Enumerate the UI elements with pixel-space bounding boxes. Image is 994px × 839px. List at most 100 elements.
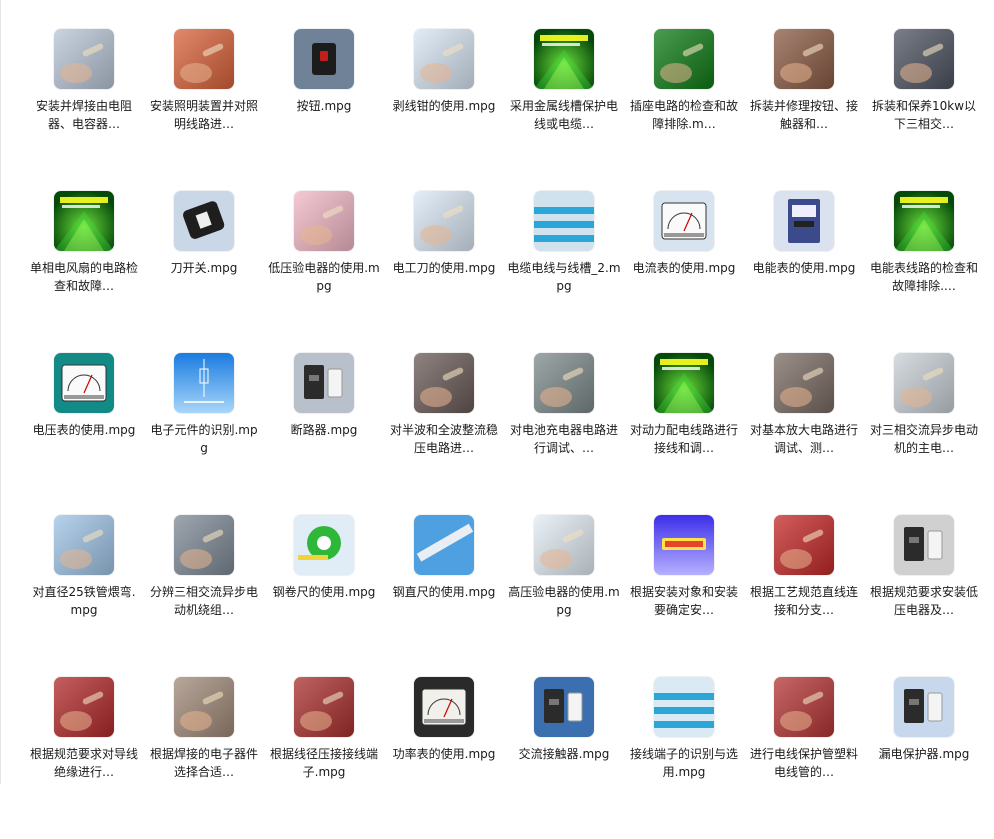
file-item[interactable]: 拆装和保养10kw以下三相交… <box>864 29 984 191</box>
file-name-label: 功率表的使用.mpg <box>392 747 496 761</box>
file-item[interactable]: 电能表线路的检查和故障排除.… <box>864 191 984 353</box>
green-title-slide-icon <box>654 353 714 413</box>
file-item[interactable]: 根据安装对象和安装要确定安… <box>624 515 744 677</box>
file-item[interactable]: 断路器.mpg <box>264 353 384 515</box>
rectifier-board-video-icon <box>414 353 474 413</box>
file-name-label: 对直径25铁管煨弯.mpg <box>32 585 136 617</box>
file-item[interactable]: 电缆电线与线槽_2.mpg <box>504 191 624 353</box>
file-item[interactable]: 高压验电器的使用.mpg <box>504 515 624 677</box>
file-name-label: 进行电线保护管塑料电线管的… <box>749 747 858 779</box>
file-name-label: 安装照明装置并对照明线路进… <box>149 99 258 131</box>
file-name-label: 剥线钳的使用.mpg <box>392 99 496 113</box>
file-name-label: 根据规范要求对导线绝缘进行… <box>29 747 138 779</box>
button-repair-video-icon <box>774 29 834 89</box>
green-title-slide-icon <box>534 29 594 89</box>
wattmeter-video-icon <box>414 677 474 737</box>
file-item[interactable]: 根据规范要求对导线绝缘进行… <box>24 677 144 839</box>
file-name-label: 钢直尺的使用.mpg <box>392 585 496 599</box>
crimp-terminal-video-icon <box>294 677 354 737</box>
knife-switch-video-icon <box>174 191 234 251</box>
file-name-label: 拆装并修理按钮、接触器和… <box>749 99 858 131</box>
green-title-slide-icon <box>894 191 954 251</box>
lighting-installation-video-icon <box>174 29 234 89</box>
file-item[interactable]: 对动力配电线路进行接线和调… <box>624 353 744 515</box>
file-item[interactable]: 安装并焊接由电阻器、电容器… <box>24 29 144 191</box>
file-name-label: 接线端子的识别与选用.mpg <box>629 747 738 779</box>
file-name-label: 根据安装对象和安装要确定安… <box>629 585 738 617</box>
file-name-label: 刀开关.mpg <box>170 261 238 275</box>
cable-trunking-video-icon <box>534 191 594 251</box>
file-item[interactable]: 对基本放大电路进行调试、测… <box>744 353 864 515</box>
file-item[interactable]: 低压验电器的使用.mpg <box>264 191 384 353</box>
file-item[interactable]: 对半波和全波整流稳压电路进… <box>384 353 504 515</box>
low-voltage-devices-video-icon <box>894 515 954 575</box>
pipe-bending-video-icon <box>54 515 114 575</box>
file-item[interactable]: 漏电保护器.mpg <box>864 677 984 839</box>
file-item[interactable]: 插座电路的检查和故障排除.m… <box>624 29 744 191</box>
motor-winding-video-icon <box>174 515 234 575</box>
terminal-strip-video-icon <box>654 677 714 737</box>
amplifier-test-video-icon <box>774 353 834 413</box>
file-item[interactable]: 对电池充电器电路进行调试、… <box>504 353 624 515</box>
file-item[interactable]: 电工刀的使用.mpg <box>384 191 504 353</box>
file-item[interactable]: 根据规范要求安装低压电器及… <box>864 515 984 677</box>
file-item[interactable]: 拆装并修理按钮、接触器和… <box>744 29 864 191</box>
file-name-label: 对半波和全波整流稳压电路进… <box>389 423 498 455</box>
file-name-label: 根据线径压接接线端子.mpg <box>269 747 378 779</box>
file-item[interactable]: 根据工艺规范直线连接和分支… <box>744 515 864 677</box>
voltmeter-video-icon <box>54 353 114 413</box>
file-item[interactable]: 单相电风扇的电路检查和故障… <box>24 191 144 353</box>
file-name-label: 电压表的使用.mpg <box>32 423 136 437</box>
file-item[interactable]: 采用金属线槽保护电线或电缆… <box>504 29 624 191</box>
charger-circuit-video-icon <box>534 353 594 413</box>
file-item[interactable]: 电子元件的识别.mpg <box>144 353 264 515</box>
ac-contactor-video-icon <box>534 677 594 737</box>
ammeter-video-icon <box>654 191 714 251</box>
file-item[interactable]: 对直径25铁管煨弯.mpg <box>24 515 144 677</box>
file-item[interactable]: 钢卷尺的使用.mpg <box>264 515 384 677</box>
file-item[interactable]: 安装照明装置并对照明线路进… <box>144 29 264 191</box>
solder-board-video-icon <box>174 677 234 737</box>
file-name-label: 电能表的使用.mpg <box>752 261 856 275</box>
file-item[interactable]: 刀开关.mpg <box>144 191 264 353</box>
motor-maintenance-video-icon <box>894 29 954 89</box>
file-item[interactable]: 进行电线保护管塑料电线管的… <box>744 677 864 839</box>
file-name-label: 对基本放大电路进行调试、测… <box>749 423 858 455</box>
file-name-label: 高压验电器的使用.mpg <box>508 585 620 617</box>
wire-splice-video-icon <box>774 515 834 575</box>
file-item[interactable]: 电能表的使用.mpg <box>744 191 864 353</box>
file-name-label: 电流表的使用.mpg <box>632 261 736 275</box>
file-item[interactable]: 根据焊接的电子器件选择合适… <box>144 677 264 839</box>
high-voltage-tester-video-icon <box>534 515 594 575</box>
file-item[interactable]: 剥线钳的使用.mpg <box>384 29 504 191</box>
file-item[interactable]: 分辨三相交流异步电动机绕组… <box>144 515 264 677</box>
file-item[interactable]: 电流表的使用.mpg <box>624 191 744 353</box>
file-name-label: 采用金属线槽保护电线或电缆… <box>509 99 618 131</box>
motor-main-circuit-video-icon <box>894 353 954 413</box>
file-name-label: 对三相交流异步电动机的主电… <box>869 423 978 455</box>
file-name-label: 按钮.mpg <box>296 99 352 113</box>
file-name-label: 断路器.mpg <box>290 423 358 437</box>
file-item[interactable]: 电压表的使用.mpg <box>24 353 144 515</box>
file-item[interactable]: 钢直尺的使用.mpg <box>384 515 504 677</box>
purple-title-slide-icon <box>654 515 714 575</box>
file-name-label: 对动力配电线路进行接线和调… <box>629 423 738 455</box>
file-grid: 安装并焊接由电阻器、电容器… 安装照明装置并对照明线路进… 按钮.mpg 剥线钳… <box>24 29 984 839</box>
file-name-label: 根据焊接的电子器件选择合适… <box>149 747 258 779</box>
energy-meter-video-icon <box>774 191 834 251</box>
rcd-breaker-video-icon <box>894 677 954 737</box>
file-item[interactable]: 对三相交流异步电动机的主电… <box>864 353 984 515</box>
file-item[interactable]: 交流接触器.mpg <box>504 677 624 839</box>
file-item[interactable]: 按钮.mpg <box>264 29 384 191</box>
steel-ruler-video-icon <box>414 515 474 575</box>
file-name-label: 钢卷尺的使用.mpg <box>272 585 376 599</box>
circuit-breaker-video-icon <box>294 353 354 413</box>
file-item[interactable]: 功率表的使用.mpg <box>384 677 504 839</box>
file-name-label: 根据规范要求安装低压电器及… <box>869 585 978 617</box>
push-button-video-icon <box>294 29 354 89</box>
file-name-label: 低压验电器的使用.mpg <box>268 261 380 293</box>
file-name-label: 电能表线路的检查和故障排除.… <box>869 261 978 293</box>
file-name-label: 拆装和保养10kw以下三相交… <box>871 99 977 131</box>
file-item[interactable]: 根据线径压接接线端子.mpg <box>264 677 384 839</box>
file-item[interactable]: 接线端子的识别与选用.mpg <box>624 677 744 839</box>
